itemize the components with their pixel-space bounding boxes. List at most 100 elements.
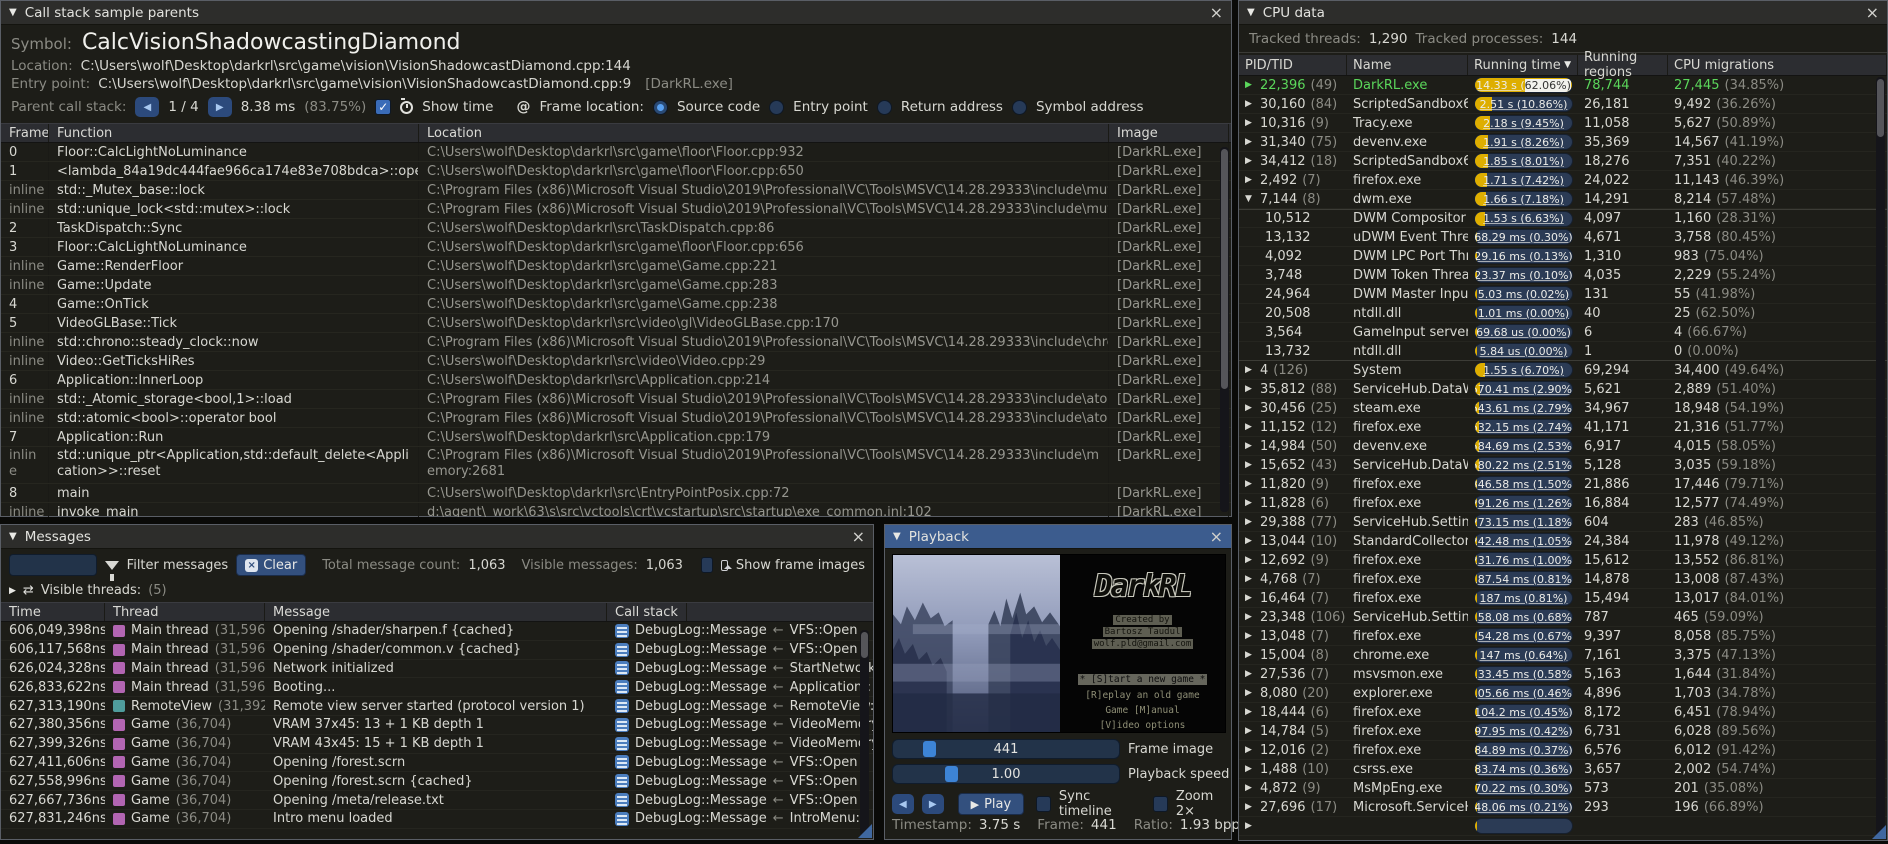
speed-slider[interactable]: 1.00 [892,764,1120,784]
expand-icon[interactable]: ▶ [1245,574,1255,584]
message-callstack[interactable]: DebugLog::Message←VFS::Open [607,793,873,808]
table-row[interactable]: 0Floor::CalcLightNoLuminanceC:\Users\wol… [1,143,1231,162]
expand-icon[interactable]: ▶ [1245,460,1255,470]
message-callstack[interactable]: DebugLog::Message←IntroMenu:: [607,811,873,826]
table-row[interactable]: inlinestd::_Atomic_storage<bool,1>::load… [1,390,1231,409]
resize-grip[interactable] [858,824,872,838]
expand-icon[interactable]: ▶ [1245,555,1255,565]
expand-icon[interactable]: ▶ [1245,821,1255,831]
expand-icon[interactable]: ▶ [1245,745,1255,755]
process-row[interactable]: 13,132uDWM Event Thread68.29 ms (0.30%)4… [1239,228,1887,247]
message-callstack[interactable]: DebugLog::Message←VideoMemory:: [607,736,873,751]
process-row[interactable]: ▶13,044(10)StandardCollector.Service.exe… [1239,532,1887,551]
process-row[interactable]: 3,748DWM Token Thread23.37 ms (0.10%)4,0… [1239,266,1887,285]
expand-icon[interactable]: ▶ [1245,422,1255,432]
callstack-icon[interactable] [615,680,629,694]
col-cpu-migrations[interactable]: CPU migrations [1668,55,1887,75]
messages-table-header[interactable]: Time Thread Message Call stack [1,602,873,622]
collapse-icon[interactable]: ▼ [9,7,17,18]
close-icon[interactable]: × [852,529,865,545]
list-item[interactable]: 606,117,568nsMain thread(31,596)Opening … [1,641,873,660]
frame-slider[interactable]: 441 [892,739,1120,759]
col-frame[interactable]: Frame [1,124,49,142]
play-button[interactable]: ▶ Play [958,793,1025,815]
process-row[interactable]: ▶35,812(88)ServiceHub.DataWarehouseHost.… [1239,380,1887,399]
callstack-icon[interactable] [615,737,629,751]
list-item[interactable]: 626,833,622nsMain thread(31,596)Booting.… [1,678,873,697]
process-row[interactable]: ▶30,160(84)ScriptedSandbox64.exe2.51 s (… [1239,95,1887,114]
filter-input[interactable] [9,554,97,576]
message-callstack[interactable]: DebugLog::Message←VideoMemory:: [607,717,873,732]
process-row[interactable]: ▶4,768(7)firefox.exe187.54 ms (0.81%)14,… [1239,570,1887,589]
expand-icon[interactable]: ▶ [1245,479,1255,489]
table-row[interactable]: inlineGame::UpdateC:\Users\wolf\Desktop\… [1,276,1231,295]
messages-titlebar[interactable]: ▼ Messages × [1,525,873,549]
threads-expand-icon[interactable]: ▶ [9,586,16,596]
expand-icon[interactable]: ▶ [1245,802,1255,812]
table-row[interactable]: inlineVideo::GetTicksHiResC:\Users\wolf\… [1,352,1231,371]
message-callstack[interactable]: DebugLog::Message←VFS::Open [607,623,873,638]
expand-icon[interactable]: ▶ [1245,764,1255,774]
process-row[interactable]: ▶15,652(43)ServiceHub.DataWarehouseHost.… [1239,456,1887,475]
expand-icon[interactable]: ▶ [1245,517,1255,527]
process-row[interactable]: ▶15,004(8)chrome.exe147 ms (0.64%)7,1613… [1239,646,1887,665]
prev-callstack-button[interactable]: ◀ [135,97,159,117]
expand-icon[interactable]: ▶ [1245,118,1255,128]
process-row[interactable]: ▶23,348(106)ServiceHub.SettingsHost.exe1… [1239,608,1887,627]
list-item[interactable]: 606,049,398nsMain thread(31,596)Opening … [1,622,873,641]
col-pid-tid[interactable]: PID/TID [1239,55,1347,75]
col-function[interactable]: Function [49,124,419,142]
playback-titlebar[interactable]: ▼ Playback × [885,525,1231,549]
col-location[interactable]: Location [419,124,1109,142]
table-row[interactable]: 4Game::OnTickC:\Users\wolf\Desktop\darkr… [1,295,1231,314]
frame-location-radio-2[interactable] [877,100,892,115]
list-item[interactable]: 627,411,606nsGame(36,704)Opening /forest… [1,754,873,773]
cpu-table-header[interactable]: PID/TID Name Running time▼ Running regio… [1239,55,1887,76]
close-icon[interactable]: × [1866,5,1879,21]
process-row[interactable]: ▶22,396(49)DarkRL.exe14.33 s (62.06%)78,… [1239,76,1887,95]
callstack-icon[interactable] [615,718,629,732]
table-row[interactable]: inlinestd::atomic<bool>::operator boolC:… [1,409,1231,428]
col-running-regions[interactable]: Running regions [1578,55,1668,75]
table-row[interactable]: 7Application::RunC:\Users\wolf\Desktop\d… [1,428,1231,447]
col-message[interactable]: Message [265,603,607,621]
step-forward-button[interactable]: ▶ [922,794,944,814]
process-row[interactable]: ▶11,820(9)firefox.exe346.58 ms (1.50%)21… [1239,475,1887,494]
process-row[interactable]: ▶29,388(77)ServiceHub.SettingsHost.exe27… [1239,513,1887,532]
message-callstack[interactable]: DebugLog::Message←VFS::Open [607,774,873,789]
process-row[interactable]: ▶10,316(9)Tracy.exe2.18 s (9.45%)11,0585… [1239,114,1887,133]
process-row[interactable]: ▶12,692(9)firefox.exe231.76 ms (1.00%)15… [1239,551,1887,570]
frame-location-radio-3[interactable] [1012,100,1027,115]
table-row[interactable]: 8mainC:\Users\wolf\Desktop\darkrl\src\En… [1,484,1231,503]
expand-icon[interactable]: ▶ [1245,441,1255,451]
close-icon[interactable]: × [1210,5,1223,21]
frame-location-radio-0[interactable] [653,100,668,115]
list-item[interactable]: 627,667,736nsGame(36,704)Opening /meta/r… [1,791,873,810]
expand-icon[interactable]: ▶ [1245,403,1255,413]
col-image[interactable]: Image [1109,124,1229,142]
expand-icon[interactable]: ▶ [1245,384,1255,394]
table-row[interactable]: 2TaskDispatch::SyncC:\Users\wolf\Desktop… [1,219,1231,238]
process-row[interactable]: 24,964DWM Master Input Thread5.03 ms (0.… [1239,285,1887,304]
message-callstack[interactable]: DebugLog::Message←StartNetwork [607,661,873,676]
table-row[interactable]: 1<lambda_84a19dc444fae966ca174e83e708bdc… [1,162,1231,181]
expand-icon[interactable]: ▶ [1245,612,1255,622]
col-callstack[interactable]: Call stack [607,603,687,621]
col-name[interactable]: Name [1347,55,1468,75]
expand-icon[interactable]: ▶ [1245,498,1255,508]
col-thread[interactable]: Thread [105,603,265,621]
callstack-icon[interactable] [615,643,629,657]
message-callstack[interactable]: DebugLog::Message←VFS::Open [607,642,873,657]
expand-icon[interactable]: ▶ [1245,707,1255,717]
message-callstack[interactable]: DebugLog::Message←Application:: [607,680,873,695]
expand-icon[interactable]: ▶ [1245,365,1255,375]
callstack-scrollbar[interactable] [1220,147,1229,512]
table-row[interactable]: 3Floor::CalcLightNoLuminanceC:\Users\wol… [1,238,1231,257]
table-row[interactable]: inlineGame::RenderFloorC:\Users\wolf\Des… [1,257,1231,276]
callstack-table-header[interactable]: Frame Function Location Image [1,123,1231,143]
col-running-time[interactable]: Running time▼ [1468,55,1578,75]
show-frames-checkbox[interactable]: ✓ [701,557,713,573]
clear-button[interactable]: × Clear [236,554,306,576]
frame-location-radio-1[interactable] [769,100,784,115]
process-row[interactable]: ▶1,488(10)csrss.exe83.74 ms (0.36%)3,657… [1239,760,1887,779]
